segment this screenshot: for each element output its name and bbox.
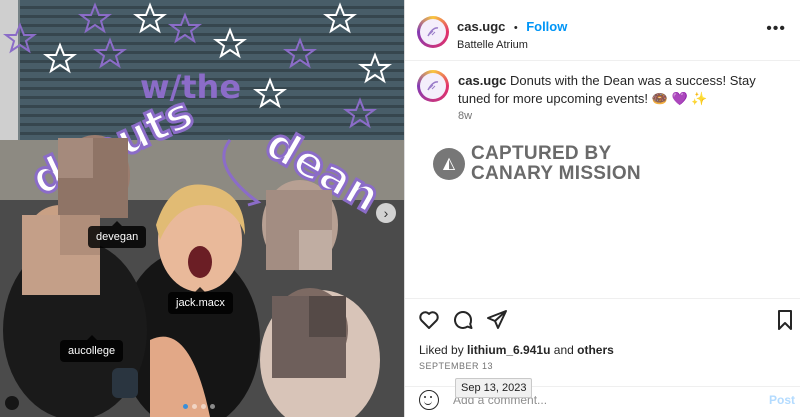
more-options-icon[interactable]: •••	[766, 20, 786, 38]
carousel-dot	[210, 404, 215, 409]
logo-icon	[427, 81, 439, 91]
likes-prefix: Liked by	[419, 343, 464, 357]
divider	[405, 60, 800, 61]
watermark-line1: CAPTURED BY	[471, 143, 612, 164]
location-link[interactable]: Battelle Atrium	[457, 39, 567, 51]
post-photo[interactable]: donuts w/the dean	[0, 0, 404, 417]
svg-text:w/the: w/the	[140, 68, 241, 106]
dot-separator: •	[513, 22, 518, 34]
caption-avatar[interactable]	[417, 70, 449, 102]
post-comment-button[interactable]: Post	[769, 393, 795, 407]
bookmark-icon[interactable]	[773, 308, 797, 332]
comment-icon[interactable]	[451, 308, 475, 332]
likes-summary: Liked by lithium_6.941u and others	[419, 343, 614, 357]
post-side-panel: cas.ugc • Follow Battelle Atrium ••• cas…	[404, 0, 800, 417]
likes-conj: and	[553, 343, 574, 357]
caption: cas.ugc Donuts with the Dean was a succe…	[458, 72, 788, 108]
watermark: ◭ CAPTURED BY CANARY MISSION	[433, 144, 641, 184]
carousel-dot	[183, 404, 188, 409]
user-tag-aucollege[interactable]: aucollege	[60, 335, 124, 362]
likes-user-link[interactable]: lithium_6.941u	[467, 343, 550, 357]
header-username[interactable]: cas.ugc	[457, 19, 505, 34]
carousel-indicator	[183, 404, 215, 409]
post-date[interactable]: SEPTEMBER 13	[419, 361, 493, 371]
carousel-next-button[interactable]: ›	[376, 203, 396, 223]
post-header: cas.ugc • Follow Battelle Atrium	[457, 18, 567, 51]
watermark-line2: CANARY MISSION	[471, 163, 641, 184]
caption-age[interactable]: 8w	[458, 110, 472, 122]
canary-icon: ◭	[433, 148, 465, 180]
emoji-icon[interactable]	[419, 390, 439, 410]
logo-icon	[427, 27, 439, 37]
heart-icon[interactable]	[417, 308, 441, 332]
user-tag-devegan[interactable]: devegan	[88, 221, 147, 248]
share-icon[interactable]	[485, 308, 509, 332]
tagged-users-icon[interactable]	[5, 396, 19, 410]
carousel-dot	[192, 404, 197, 409]
action-bar	[417, 308, 797, 332]
caption-username[interactable]: cas.ugc	[458, 73, 506, 88]
follow-button[interactable]: Follow	[526, 19, 567, 34]
carousel-dot	[201, 404, 206, 409]
avatar[interactable]	[417, 16, 449, 48]
divider	[405, 298, 800, 299]
user-tag-jack-macx[interactable]: jack.macx	[168, 287, 233, 314]
likes-others-link[interactable]: others	[577, 343, 614, 357]
date-tooltip: Sep 13, 2023	[455, 378, 533, 398]
